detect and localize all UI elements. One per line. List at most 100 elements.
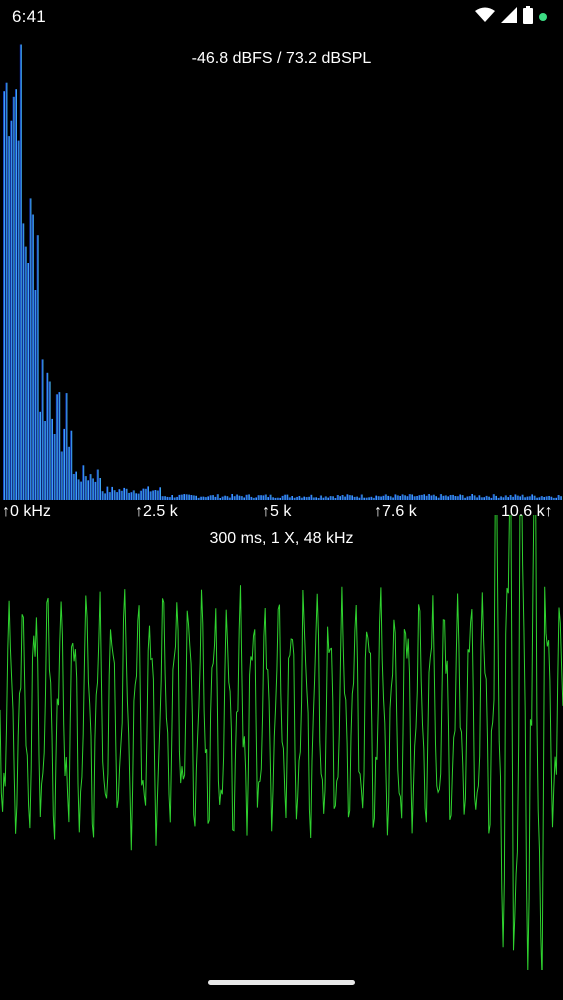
- spectrum-bar: [247, 494, 250, 500]
- spectrum-bar: [238, 495, 241, 500]
- spectrum-bar: [82, 465, 85, 500]
- spectrum-bar: [509, 495, 512, 500]
- spectrum-bar: [408, 494, 411, 500]
- spectrum-bar: [372, 497, 375, 500]
- spectrum-bar: [451, 494, 454, 500]
- spectrum-bar: [130, 492, 133, 500]
- spectrum-bar: [108, 492, 111, 500]
- wifi-icon: [475, 7, 495, 28]
- spectrum-bar: [187, 494, 190, 500]
- spectrum-bar: [24, 246, 27, 500]
- spectrum-bar: [123, 487, 125, 500]
- spectrum-bar: [521, 494, 524, 500]
- spectrum-bar: [370, 496, 373, 500]
- spectrum-bar: [221, 496, 224, 500]
- spectrum-bar: [444, 495, 447, 500]
- spectrum-bar: [60, 451, 63, 500]
- spectrum-bar: [403, 495, 406, 500]
- spectrum-bar: [295, 496, 298, 500]
- spectrum-bar: [449, 495, 452, 500]
- spectrum-bar: [324, 496, 327, 500]
- spectrum-bar: [127, 492, 130, 500]
- spectrum-bar: [283, 494, 286, 500]
- spectrum-bar: [463, 497, 466, 500]
- gesture-nav-handle[interactable]: [208, 980, 355, 985]
- spectrum-bar: [279, 497, 281, 500]
- spectrum-bar: [226, 496, 229, 500]
- spectrum-bar: [439, 494, 442, 500]
- spectrum-bar: [485, 495, 488, 500]
- spectrum-bar: [163, 496, 166, 500]
- spectrum-bar: [173, 497, 176, 500]
- spectrum-bar: [262, 495, 265, 500]
- spectrum-bar: [447, 496, 449, 500]
- spectrum-bar: [118, 489, 121, 500]
- spectrum-bar: [34, 290, 37, 500]
- spectrum-bar: [147, 486, 149, 500]
- spectrum-bar: [358, 497, 361, 500]
- spectrum-bar: [466, 496, 469, 500]
- spectrum-bar: [336, 495, 339, 500]
- spectrum-bar: [291, 496, 293, 500]
- spectrum-bar: [72, 474, 75, 500]
- spectrum-bar: [101, 491, 104, 500]
- spectrum-bar: [310, 494, 313, 500]
- spectrum-bar: [346, 494, 349, 500]
- spectrum-bar: [269, 494, 272, 500]
- spectrum-bar: [375, 495, 377, 500]
- spectrum-bar: [355, 496, 358, 500]
- spectrum-bar: [363, 497, 365, 500]
- spectrum-bar: [216, 494, 219, 500]
- spectrum-bar: [353, 496, 356, 500]
- spectrum-bar: [51, 418, 53, 500]
- spectrum-bar: [5, 82, 8, 500]
- spectrum-bar: [178, 494, 181, 500]
- spectrum-bar: [552, 497, 555, 500]
- spectrum-bar: [111, 486, 113, 500]
- spectrum-bar: [228, 497, 231, 500]
- spectrum-bar: [504, 495, 507, 500]
- waveform-plot[interactable]: [0, 515, 563, 970]
- spectrum-bar: [519, 496, 521, 500]
- spectrum-bar: [185, 494, 188, 500]
- spectrum-bar: [490, 497, 493, 500]
- spectrum-bar: [315, 497, 317, 500]
- spectrum-bar: [483, 497, 485, 500]
- spectrum-bar: [139, 490, 142, 500]
- spectrum-bar: [10, 120, 13, 500]
- spectrum-bar: [55, 394, 58, 500]
- spectrum-bar: [531, 494, 533, 500]
- spectrum-bar: [341, 495, 344, 500]
- spectrum-bar: [240, 496, 243, 500]
- spectrum-bar: [384, 494, 387, 500]
- spectrum-bar: [281, 495, 284, 500]
- spectrum-bar: [75, 471, 77, 500]
- spectrum-bar: [175, 496, 178, 500]
- spectrum-bar: [514, 494, 517, 500]
- spectrum-bar: [207, 496, 209, 500]
- spectrum-bar: [17, 140, 20, 500]
- spectrum-bar: [547, 496, 550, 500]
- spectrum-bar: [91, 478, 94, 500]
- spectrum-bar: [319, 495, 322, 500]
- spectrum-bar: [63, 428, 65, 500]
- spectrum-bar: [394, 494, 397, 500]
- spectrum-plot[interactable]: [0, 30, 563, 502]
- spectrum-bar: [348, 495, 351, 500]
- status-time: 6:41: [12, 7, 46, 26]
- spectrum-bar: [43, 421, 46, 500]
- spectrum-bar: [535, 497, 538, 500]
- spectrum-bar: [322, 497, 325, 500]
- dot-icon: [539, 13, 547, 21]
- status-bar: 6:41: [0, 0, 563, 34]
- spectrum-bar: [103, 493, 106, 500]
- spectrum-bar: [180, 494, 183, 500]
- spectrum-bar: [161, 496, 164, 500]
- spectrum-bar: [487, 496, 490, 500]
- spectrum-bar: [231, 494, 233, 500]
- spectrum-bar: [271, 497, 274, 500]
- spectrum-bar: [377, 496, 380, 500]
- spectrum-bar: [492, 494, 495, 500]
- spectrum-bar: [70, 430, 73, 500]
- spectrum-bar: [214, 496, 217, 500]
